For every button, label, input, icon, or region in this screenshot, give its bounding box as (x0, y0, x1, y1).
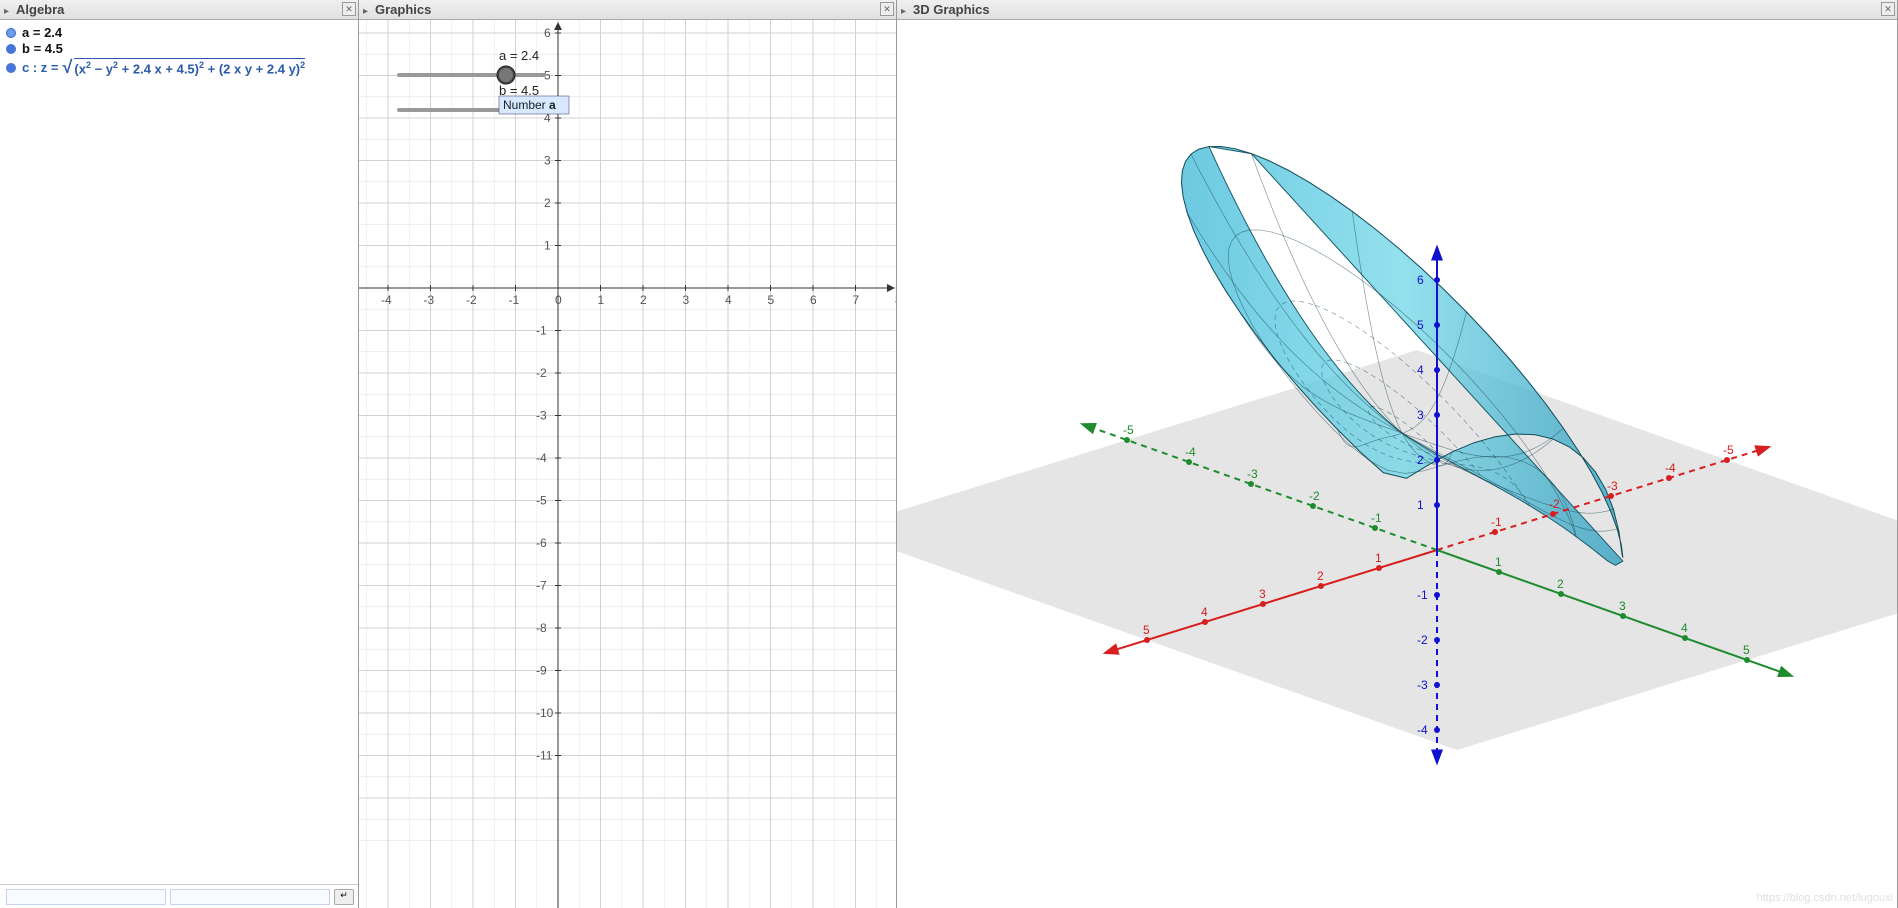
svg-text:1: 1 (1417, 498, 1424, 512)
svg-text:-2: -2 (466, 293, 477, 307)
svg-text:2: 2 (640, 293, 647, 307)
svg-text:-1: -1 (1417, 588, 1428, 602)
collapse-arrow-icon[interactable]: ▸ (901, 6, 909, 14)
svg-text:3: 3 (1259, 587, 1266, 601)
svg-text:6: 6 (544, 26, 551, 40)
svg-text:8: 8 (895, 293, 896, 307)
graphics-view[interactable]: -4-3-2-1012345678654321-1-2-3-4-5-6-7-8-… (359, 20, 896, 908)
close-icon[interactable]: ✕ (1881, 2, 1895, 16)
algebra-item-c[interactable]: c : z = √ (x2 − y2 + 2.4 x + 4.5)2 + (2 … (6, 57, 352, 78)
close-icon[interactable]: ✕ (880, 2, 894, 16)
svg-text:1: 1 (544, 239, 551, 253)
svg-text:2: 2 (1417, 453, 1424, 467)
visibility-dot-icon[interactable] (6, 28, 16, 38)
svg-text:2: 2 (1557, 577, 1564, 591)
algebra-panel: ▸ Algebra ✕ a = 2.4 b = 4.5 c : z = √ (x… (0, 0, 359, 908)
input-field[interactable] (6, 889, 166, 905)
algebra-header[interactable]: ▸ Algebra ✕ (0, 0, 358, 20)
svg-text:-4: -4 (536, 451, 547, 465)
svg-text:-1: -1 (509, 293, 520, 307)
svg-text:-4: -4 (381, 293, 392, 307)
svg-text:-3: -3 (1247, 467, 1258, 481)
svg-text:1: 1 (598, 293, 605, 307)
input-field[interactable] (170, 889, 330, 905)
svg-text:2: 2 (544, 196, 551, 210)
svg-text:4: 4 (1417, 363, 1424, 377)
collapse-arrow-icon[interactable]: ▸ (4, 6, 12, 14)
close-icon[interactable]: ✕ (342, 2, 356, 16)
svg-text:2: 2 (1317, 569, 1324, 583)
visibility-dot-icon[interactable] (6, 44, 16, 54)
svg-text:-4: -4 (1665, 461, 1676, 475)
svg-text:7: 7 (853, 293, 860, 307)
svg-text:-5: -5 (1123, 423, 1134, 437)
svg-text:3: 3 (544, 154, 551, 168)
graphics-panel: ▸ Graphics ✕ -4-3-2-1012345678654321-1-2… (359, 0, 897, 908)
svg-text:-1: -1 (1371, 511, 1382, 525)
svg-text:-3: -3 (536, 409, 547, 423)
panel-title: Graphics (375, 2, 431, 17)
visibility-dot-icon[interactable] (6, 63, 16, 73)
svg-text:5: 5 (768, 293, 775, 307)
svg-text:-2: -2 (1417, 633, 1428, 647)
algebra-body: a = 2.4 b = 4.5 c : z = √ (x2 − y2 + 2.4… (0, 20, 358, 888)
svg-text:Number a: Number a (503, 98, 556, 112)
svg-text:3: 3 (1619, 599, 1626, 613)
svg-text:-2: -2 (536, 366, 547, 380)
svg-text:4: 4 (725, 293, 732, 307)
collapse-arrow-icon[interactable]: ▸ (363, 6, 371, 14)
algebra-item-b[interactable]: b = 4.5 (6, 41, 352, 56)
svg-text:-6: -6 (536, 536, 547, 550)
svg-text:-5: -5 (1723, 443, 1734, 457)
graphics3d-view[interactable]: -5 -4 -3 -2 -1 1 2 3 4 5 -5 -4 -3 -2 -1 1 2 3 4 5 -4 -3 -2 -1 1 2… (897, 20, 1897, 908)
svg-text:-1: -1 (1491, 515, 1502, 529)
svg-text:1: 1 (1495, 555, 1502, 569)
svg-text:-2: -2 (1549, 497, 1560, 511)
graphics-header[interactable]: ▸ Graphics ✕ (359, 0, 896, 20)
svg-text:1: 1 (1375, 551, 1382, 565)
svg-text:-9: -9 (536, 664, 547, 678)
svg-text:3: 3 (1417, 408, 1424, 422)
svg-text:0: 0 (555, 293, 562, 307)
svg-text:4: 4 (1201, 605, 1208, 619)
panel-title: 3D Graphics (913, 2, 990, 17)
svg-text:6: 6 (810, 293, 817, 307)
svg-text:-5: -5 (536, 494, 547, 508)
svg-text:-3: -3 (424, 293, 435, 307)
algebra-input-bar: ↵ (0, 884, 358, 908)
svg-text:-2: -2 (1309, 489, 1320, 503)
svg-text:6: 6 (1417, 273, 1424, 287)
svg-text:5: 5 (1743, 643, 1750, 657)
svg-text:a = 2.4: a = 2.4 (499, 48, 539, 63)
graphics3d-header[interactable]: ▸ 3D Graphics ✕ (897, 0, 1897, 20)
svg-text:-11: -11 (536, 749, 553, 763)
graphics3d-panel: ▸ 3D Graphics ✕ -5-4-3-2-112345-5-4-3-2-… (897, 0, 1898, 908)
svg-text:5: 5 (1417, 318, 1424, 332)
svg-text:-1: -1 (536, 324, 547, 338)
svg-text:3: 3 (683, 293, 690, 307)
svg-text:-3: -3 (1417, 678, 1428, 692)
panel-title: Algebra (16, 2, 64, 17)
svg-text:-7: -7 (536, 579, 547, 593)
algebra-item-a[interactable]: a = 2.4 (6, 25, 352, 40)
formula-body: (x2 − y2 + 2.4 x + 4.5)2 + (2 x y + 2.4 … (74, 58, 305, 76)
svg-text:-8: -8 (536, 621, 547, 635)
svg-text:4: 4 (1681, 621, 1688, 635)
svg-text:-4: -4 (1185, 445, 1196, 459)
svg-text:-4: -4 (1417, 723, 1428, 737)
svg-text:5: 5 (1143, 623, 1150, 637)
watermark: https://blog.csdn.net/lugouxi (1757, 892, 1893, 904)
svg-text:-3: -3 (1607, 479, 1618, 493)
svg-text:-10: -10 (536, 706, 554, 720)
input-enter-button[interactable]: ↵ (334, 889, 354, 905)
